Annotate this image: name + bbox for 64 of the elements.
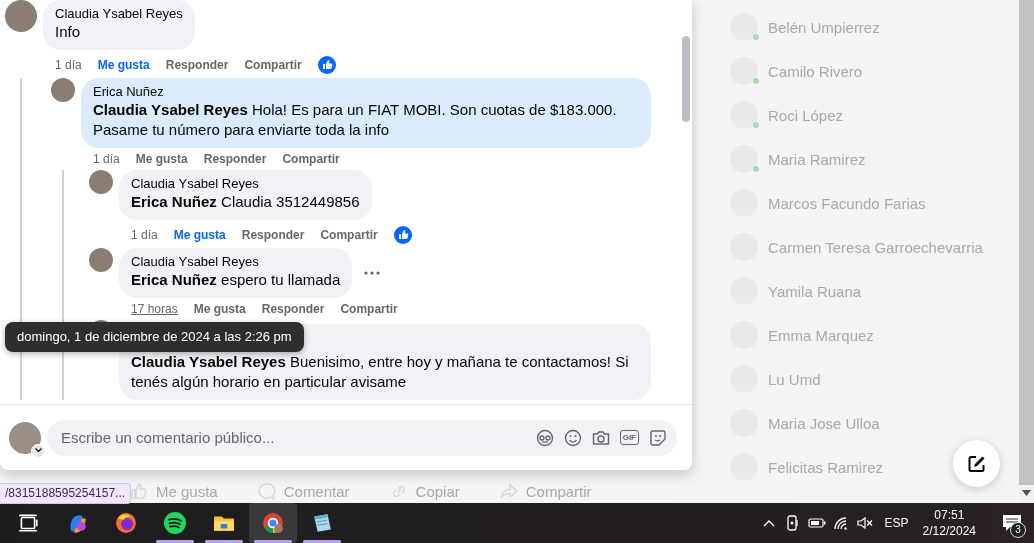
comment-author[interactable]: Claudia Ysabel Reyes (55, 6, 183, 22)
camera-icon[interactable] (591, 429, 610, 446)
comment-author[interactable]: Claudia Ysabel Reyes (131, 176, 360, 192)
emoji-icon[interactable] (563, 428, 582, 447)
avatar (89, 248, 113, 272)
comment-time[interactable]: 17 horas (131, 302, 178, 316)
scrollbar[interactable] (682, 36, 690, 122)
comment-time[interactable]: 1 día (55, 58, 82, 72)
comment-text: Info (55, 22, 82, 42)
avatar (89, 170, 113, 194)
reply-link[interactable]: Responder (241, 228, 305, 242)
comment-time[interactable]: 1 día (93, 152, 120, 166)
sound-waves-app-icon (164, 512, 186, 534)
comment-text: Erica Nuñez Claudia 3512449856 (131, 192, 360, 212)
like-link[interactable]: Me gusta (173, 228, 226, 242)
avatar (51, 78, 75, 102)
comment-text: Erica Nuñez espero tu llamada (131, 270, 341, 290)
comment-time[interactable]: 1 día (131, 228, 158, 242)
share-link[interactable]: Compartir (320, 228, 378, 242)
like-link[interactable]: Me gusta (193, 302, 246, 316)
comment-text: Claudia Ysabel Reyes Hola! Es para un FIAT MOBI. Son cuotas de $183.000. Pasame tu número para enviarte toda la info (93, 100, 618, 140)
share-link[interactable]: Compartir (282, 152, 340, 166)
reply-link[interactable]: Responder (261, 302, 325, 316)
avatar (5, 0, 37, 32)
thumbs-up-icon (317, 56, 336, 74)
page-scrollbar[interactable] (1019, 0, 1034, 485)
chevron-up-icon[interactable] (762, 519, 775, 527)
browser-icon (262, 512, 284, 534)
notepad-icon (311, 512, 333, 534)
thumbs-up-icon (393, 226, 412, 244)
language-indicator[interactable]: ESP (884, 516, 909, 530)
avatar-sticker-icon[interactable] (535, 428, 554, 447)
task-view-icon (17, 512, 39, 534)
share-link[interactable]: Compartir (340, 302, 398, 316)
like-link[interactable]: Me gusta (97, 58, 150, 72)
thumbs-up-icon (130, 483, 148, 500)
battery-icon[interactable] (807, 518, 826, 528)
wifi-icon[interactable] (832, 516, 849, 530)
phone-icon[interactable] (786, 515, 799, 531)
gif-icon[interactable]: GIF (619, 430, 639, 445)
date-tooltip: domingo, 1 de diciembre de 2024 a las 2:26 pm (5, 322, 304, 352)
share-arrow-icon (499, 483, 518, 500)
reply-link[interactable]: Responder (165, 58, 229, 72)
share-link[interactable]: Compartir (244, 58, 302, 72)
sticker-icon[interactable] (649, 428, 667, 447)
chevron-down-icon[interactable] (34, 448, 42, 453)
notification-count: 3 (1010, 522, 1026, 538)
speech-bubble-icon (257, 483, 276, 500)
comment-text: Claudia Ysabel Reyes Buenisimo, entre hoy y mañana te contactamos! Si tenés algún horario en particular avisame (131, 352, 630, 392)
reply-link[interactable]: Responder (203, 152, 267, 166)
comment-author[interactable]: Erica Nuñez (93, 84, 639, 100)
like-link[interactable]: Me gusta (135, 152, 188, 166)
edit-icon (966, 453, 987, 474)
clock-date[interactable]: 2/12/2024 (922, 523, 976, 539)
muted-speaker-icon[interactable] (856, 516, 873, 530)
comment-author[interactable]: Claudia Ysabel Reyes (131, 254, 341, 270)
flame-globe-app-icon (115, 512, 137, 534)
more-icon[interactable] (364, 271, 381, 275)
clock-time[interactable]: 07:51 (934, 507, 965, 523)
comment-field[interactable]: Escribe un comentario público... GIF (47, 419, 677, 456)
status-url: /8315188595254157... (0, 483, 132, 504)
scroll-down-arrow-icon[interactable] (1022, 490, 1031, 496)
new-message-button[interactable] (953, 440, 1000, 487)
taskbar-app-button[interactable] (249, 503, 297, 543)
